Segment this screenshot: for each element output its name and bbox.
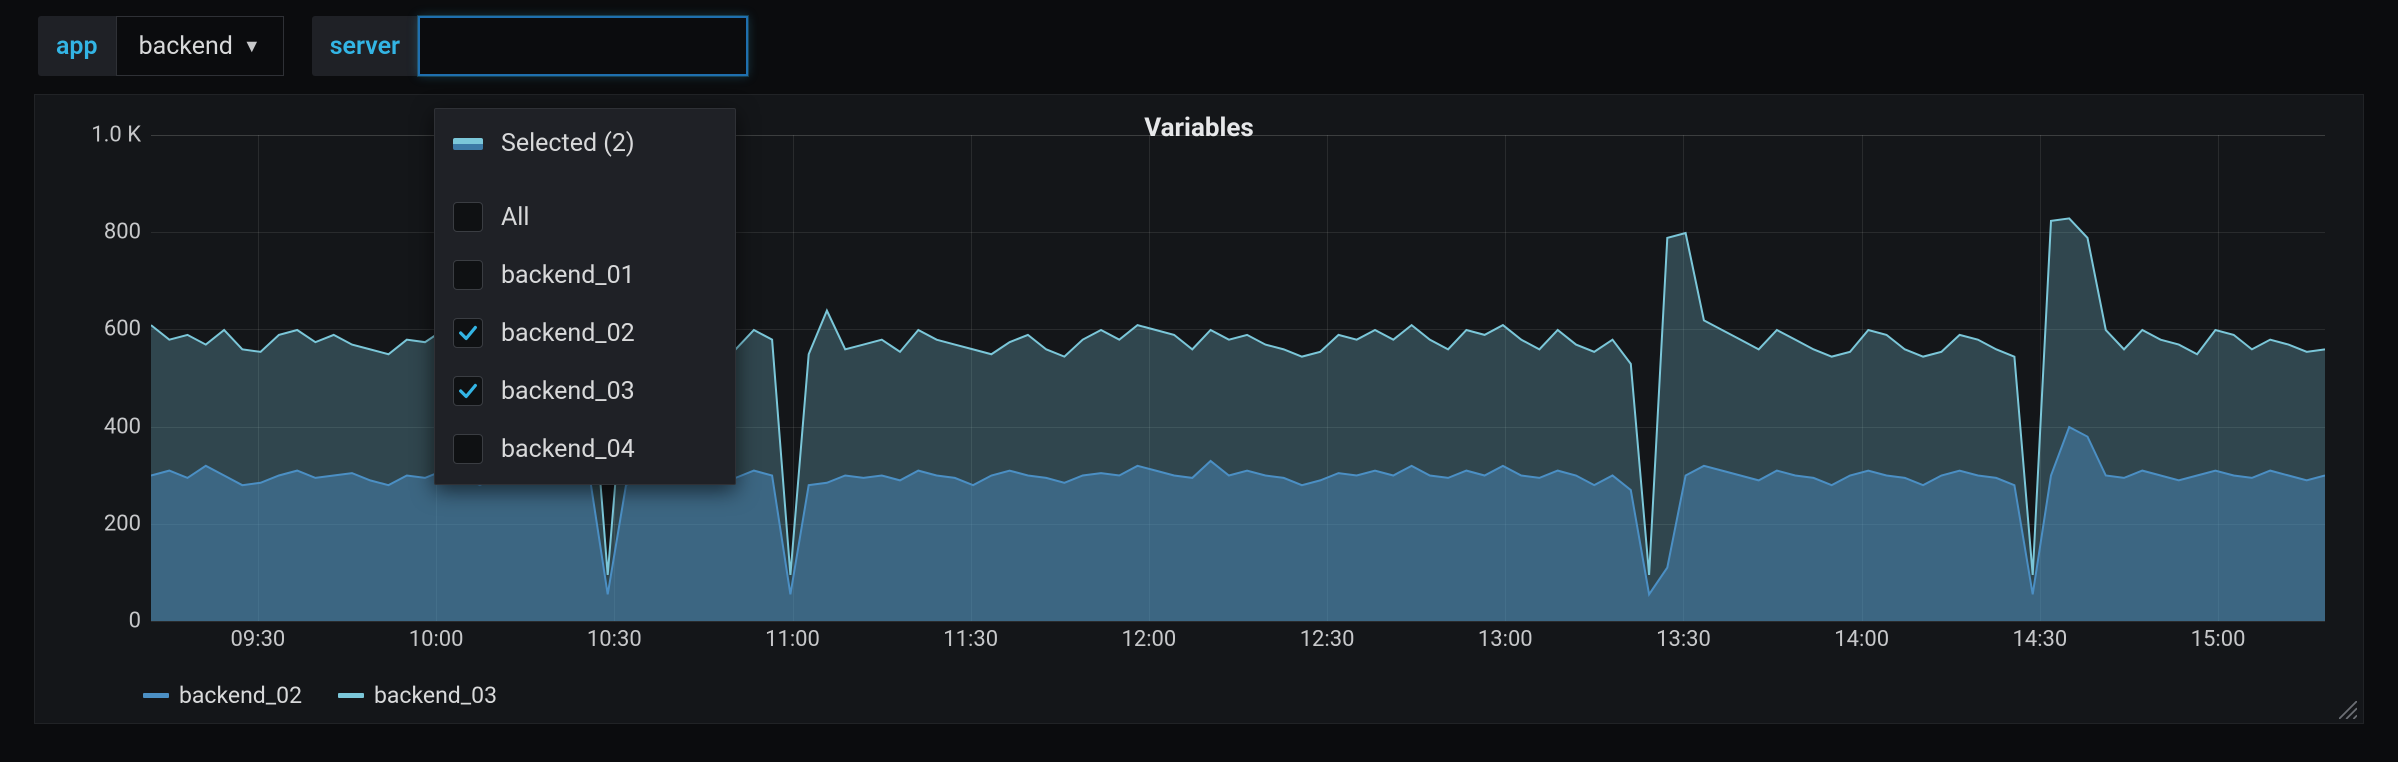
legend-item-backend-02[interactable]: backend_02 — [143, 682, 302, 709]
legend-item-backend-03[interactable]: backend_03 — [338, 682, 497, 709]
dropdown-option-label: backend_04 — [501, 435, 635, 464]
checkbox-unchecked-icon — [453, 260, 483, 290]
y-axis-tick-label: 0 — [61, 609, 141, 634]
selected-swatch-icon — [453, 138, 483, 150]
x-axis-tick-label: 14:30 — [2012, 627, 2067, 652]
x-axis-tick-label: 14:00 — [1834, 627, 1889, 652]
x-axis-tick-label: 13:00 — [1478, 627, 1533, 652]
server-dropdown-menu: Selected (2) All backend_01 backend_02back… — [434, 108, 736, 485]
legend-swatch — [338, 693, 364, 698]
server-variable-input[interactable] — [418, 16, 748, 76]
gridline-horizontal — [151, 621, 2325, 622]
legend-swatch — [143, 693, 169, 698]
dropdown-separator — [435, 172, 735, 188]
app-variable-label: app — [38, 32, 116, 61]
chart-panel: Variables backend_02 backend_03 02004006… — [34, 94, 2364, 724]
dropdown-option-backend-03[interactable]: backend_03 — [435, 362, 735, 420]
dropdown-option-label: backend_03 — [501, 377, 635, 406]
chevron-down-icon: ▼ — [243, 36, 261, 57]
panel-resize-handle[interactable] — [2339, 701, 2357, 719]
checkbox-unchecked-icon — [453, 202, 483, 232]
dropdown-selected-summary[interactable]: Selected (2) — [435, 115, 735, 172]
dropdown-option-backend-02[interactable]: backend_02 — [435, 304, 735, 362]
y-axis-tick-label: 400 — [61, 414, 141, 439]
server-variable-label: server — [312, 32, 418, 61]
legend-label: backend_03 — [374, 682, 497, 709]
x-axis-tick-label: 10:00 — [409, 627, 464, 652]
chart-legend: backend_02 backend_03 — [143, 682, 497, 709]
app-variable-selector[interactable]: backend ▼ — [116, 16, 284, 76]
x-axis-tick-label: 15:00 — [2191, 627, 2246, 652]
x-axis-tick-label: 12:00 — [1121, 627, 1176, 652]
checkbox-checked-icon — [453, 376, 483, 406]
dropdown-option-label: All — [501, 203, 529, 232]
checkbox-checked-icon — [453, 318, 483, 348]
dropdown-option-label: backend_02 — [501, 319, 635, 348]
x-axis-tick-label: 12:30 — [1300, 627, 1355, 652]
x-axis-tick-label: 09:30 — [231, 627, 286, 652]
app-variable: app backend ▼ — [38, 16, 284, 76]
legend-label: backend_02 — [179, 682, 302, 709]
y-axis-tick-label: 800 — [61, 220, 141, 245]
dropdown-option-backend-01[interactable]: backend_01 — [435, 246, 735, 304]
dropdown-option-backend-04[interactable]: backend_04 — [435, 420, 735, 478]
app-variable-value: backend — [139, 32, 233, 61]
x-axis-tick-label: 11:00 — [765, 627, 820, 652]
x-axis-tick-label: 13:30 — [1656, 627, 1711, 652]
y-axis-tick-label: 1.0 K — [61, 123, 141, 148]
variables-toolbar: app backend ▼ server — [0, 0, 2398, 94]
x-axis-tick-label: 10:30 — [587, 627, 642, 652]
x-axis-tick-label: 11:30 — [943, 627, 998, 652]
server-variable: server — [312, 16, 748, 76]
dropdown-selected-label: Selected (2) — [501, 129, 635, 158]
dropdown-option-all[interactable]: All — [435, 188, 735, 246]
y-axis-tick-label: 200 — [61, 511, 141, 536]
y-axis-tick-label: 600 — [61, 317, 141, 342]
dropdown-option-label: backend_01 — [501, 261, 635, 290]
checkbox-unchecked-icon — [453, 434, 483, 464]
